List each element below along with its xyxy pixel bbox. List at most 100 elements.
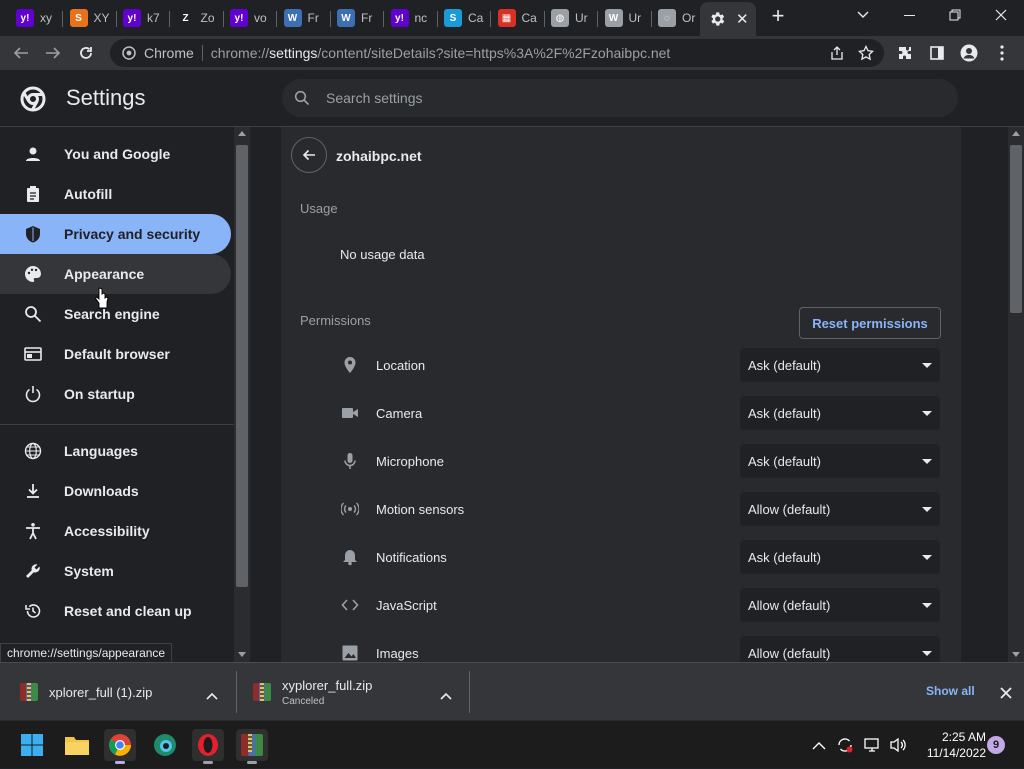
permission-select[interactable]: Allow (default)	[740, 588, 940, 622]
back-arrow-button[interactable]	[291, 137, 327, 173]
winrar-taskbar-icon[interactable]	[236, 729, 268, 764]
bookmark-star-icon[interactable]	[857, 44, 875, 61]
chevron-up-icon[interactable]	[440, 687, 452, 700]
accessibility-icon	[24, 522, 42, 540]
permission-value: Ask (default)	[748, 405, 821, 421]
window-close-button[interactable]	[978, 0, 1024, 30]
close-shelf-icon[interactable]	[1000, 686, 1012, 699]
tab[interactable]: S Ca	[436, 4, 491, 32]
edge-icon[interactable]	[149, 729, 181, 761]
show-all-link[interactable]: Show all	[926, 684, 975, 698]
download-item[interactable]: xplorer_full (1).zip	[20, 663, 230, 721]
page-title: Settings	[66, 85, 146, 110]
sidebar-item-default-browser[interactable]: Default browser	[0, 334, 231, 374]
sidebar-item-downloads[interactable]: Downloads	[0, 471, 231, 511]
tab[interactable]: y! vo	[222, 4, 277, 32]
volume-icon[interactable]	[889, 721, 907, 769]
address-bar[interactable]: Chrome chrome://settings/content/siteDet…	[110, 39, 884, 67]
chrome-chip[interactable]: Chrome	[122, 45, 194, 61]
shield-icon	[24, 225, 42, 243]
tab[interactable]: y! k7	[115, 4, 170, 32]
permissions-heading: Permissions	[300, 313, 371, 328]
sidebar-item-autofill[interactable]: Autofill	[0, 174, 231, 214]
windows-start-icon[interactable]	[16, 729, 48, 761]
chrome-taskbar-icon[interactable]	[104, 729, 136, 764]
download-filename: xyplorer_full.zip	[282, 677, 373, 693]
sidebar-item-appearance[interactable]: Appearance	[0, 254, 231, 294]
permission-select[interactable]: Allow (default)	[740, 492, 940, 526]
new-tab-button[interactable]: +	[766, 4, 790, 30]
tab-settings[interactable]: ✕	[700, 2, 756, 36]
site-name: zohaibpc.net	[336, 148, 422, 164]
file-explorer-icon[interactable]	[61, 729, 93, 761]
tab[interactable]: ▦ Ca	[490, 4, 545, 32]
profile-avatar-icon[interactable]	[956, 40, 982, 66]
permission-row-notifications: Notifications Ask (default)	[281, 534, 961, 582]
tab[interactable]: W Ur	[597, 4, 652, 32]
tab[interactable]: Z Zo	[169, 4, 224, 32]
tab[interactable]: W Fr	[276, 4, 331, 32]
permission-label: Notifications	[376, 550, 447, 565]
yahoo-icon: y!	[16, 9, 34, 27]
permission-select[interactable]: Ask (default)	[740, 348, 940, 382]
history-icon	[24, 602, 42, 620]
tab-search-button[interactable]	[840, 0, 886, 30]
sidebar-item-reset-and-clean-up[interactable]: Reset and clean up	[0, 591, 231, 631]
sidebar-scrollbar[interactable]	[234, 127, 250, 662]
sidebar-item-privacy-and-security[interactable]: Privacy and security	[0, 214, 231, 254]
show-hidden-icons[interactable]	[812, 721, 826, 769]
back-button[interactable]	[8, 40, 34, 66]
notification-badge[interactable]: 9	[987, 736, 1005, 754]
side-panel-icon[interactable]	[924, 40, 950, 66]
main-scrollbar[interactable]	[1008, 127, 1024, 662]
system-clock[interactable]: 2:25 AM 11/14/2022	[914, 729, 986, 761]
search-placeholder: Search settings	[326, 90, 423, 106]
chevron-up-icon[interactable]	[206, 687, 218, 700]
wordpress-icon: W	[283, 9, 302, 27]
download-item[interactable]: xyplorer_full.zip Canceled	[253, 663, 463, 721]
tab[interactable]: y! xy	[8, 4, 63, 32]
sidebar-item-accessibility[interactable]: Accessibility	[0, 511, 231, 551]
network-icon[interactable]	[864, 721, 882, 769]
sidebar-item-system[interactable]: System	[0, 551, 231, 591]
tab[interactable]: y! nc	[383, 4, 438, 32]
sync-icon[interactable]	[836, 721, 854, 769]
tab[interactable]: W Fr	[329, 4, 384, 32]
sidebar-item-label: On startup	[64, 386, 135, 402]
tab[interactable]: ◍ Ur	[543, 4, 598, 32]
sidebar-item-label: Appearance	[64, 266, 145, 282]
minimize-button[interactable]	[886, 0, 932, 30]
sidebar-item-you-and-google[interactable]: You and Google	[0, 134, 231, 174]
permission-select[interactable]: Ask (default)	[740, 396, 940, 430]
forward-button[interactable]	[40, 40, 66, 66]
permission-row-location: Location Ask (default)	[281, 342, 961, 390]
menu-icon[interactable]	[989, 40, 1015, 66]
close-icon[interactable]: ✕	[736, 10, 749, 28]
sidebar-item-languages[interactable]: Languages	[0, 431, 231, 471]
reload-button[interactable]	[73, 40, 99, 66]
sidebar-item-on-startup[interactable]: On startup	[0, 374, 231, 414]
wordpress-icon: W	[337, 9, 355, 27]
search-icon	[24, 305, 42, 323]
extensions-icon[interactable]	[892, 40, 918, 66]
browser-toolbar: Chrome chrome://settings/content/siteDet…	[0, 36, 1024, 70]
permission-select[interactable]: Ask (default)	[740, 444, 940, 478]
tab[interactable]: S XY	[62, 4, 117, 32]
permission-select[interactable]: Allow (default)	[740, 636, 940, 662]
search-settings-input[interactable]: Search settings	[282, 79, 958, 117]
dropdown-arrow-icon	[922, 555, 932, 560]
share-icon[interactable]	[830, 46, 844, 60]
restore-button[interactable]	[932, 0, 978, 30]
permission-label: Microphone	[376, 454, 444, 469]
tab[interactable]: ◌ Or	[650, 4, 705, 32]
permission-select[interactable]: Ask (default)	[740, 540, 940, 574]
mouse-cursor-icon	[94, 287, 109, 309]
opera-icon[interactable]	[192, 729, 224, 764]
status-bubble: chrome://settings/appearance	[0, 643, 173, 663]
clipboard-icon	[24, 185, 42, 203]
sidebar-item-search-engine[interactable]: Search engine	[0, 294, 231, 334]
reset-permissions-button[interactable]: Reset permissions	[799, 307, 941, 339]
permission-value: Allow (default)	[748, 597, 831, 613]
loading-icon: ◌	[658, 9, 676, 27]
tab-title: Ur	[575, 11, 588, 25]
